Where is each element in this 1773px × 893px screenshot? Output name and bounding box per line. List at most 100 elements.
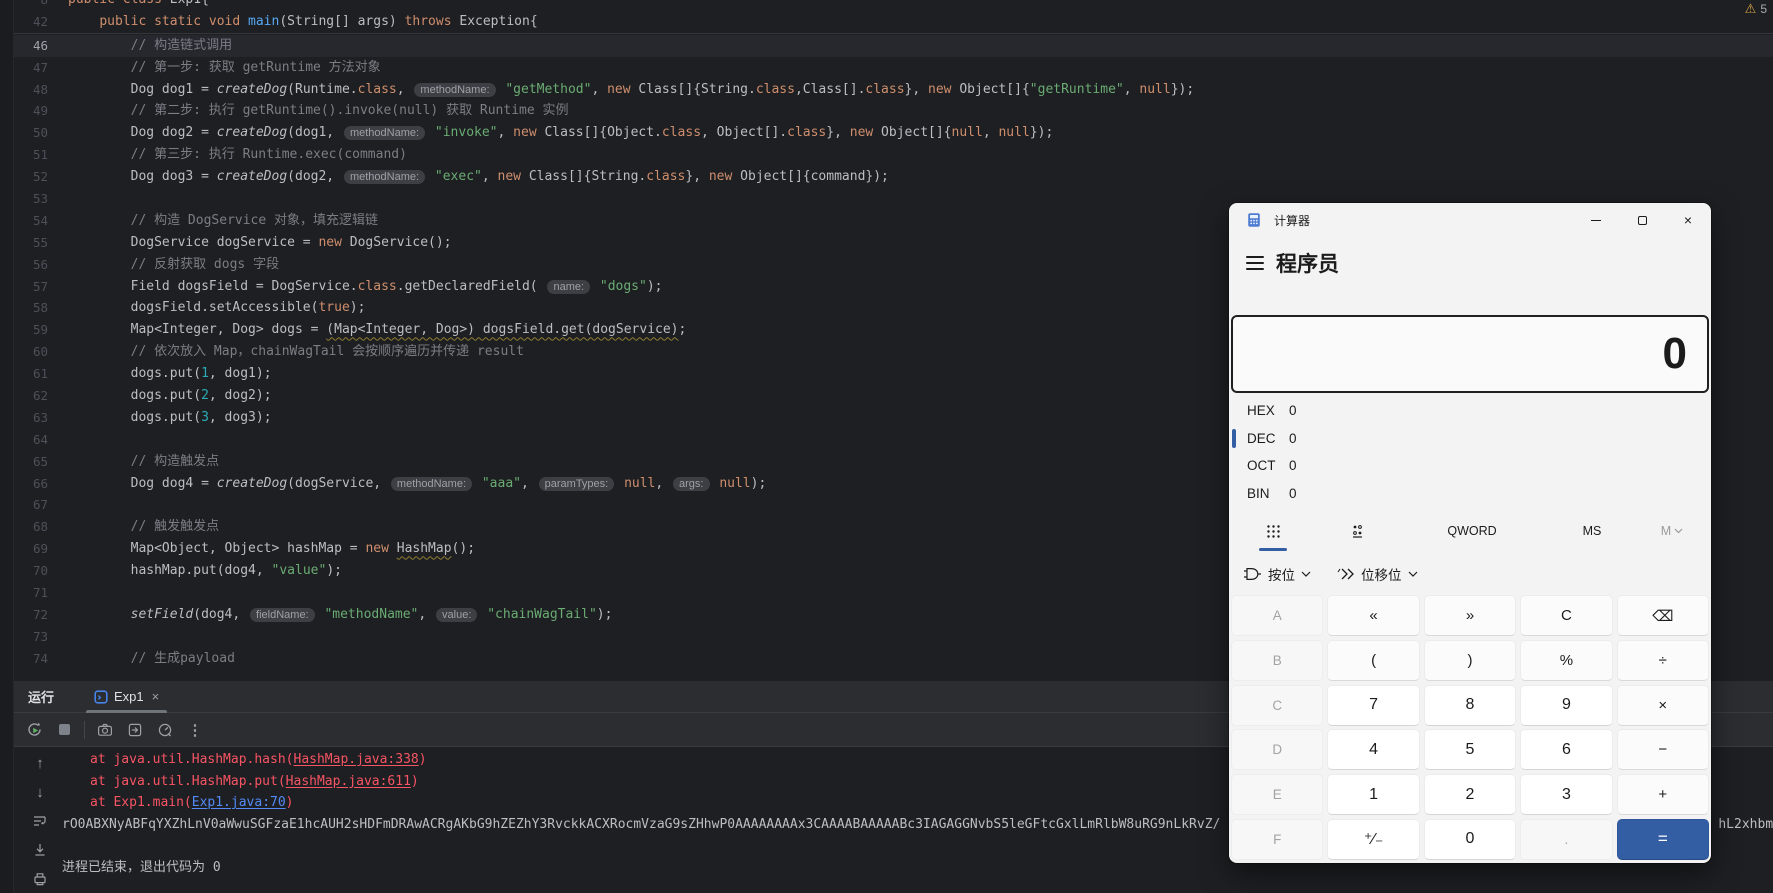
calc-key-7[interactable]: 7 xyxy=(1327,685,1419,726)
calc-key-2[interactable]: 2 xyxy=(1424,774,1516,815)
line-number[interactable]: 69 xyxy=(14,538,48,560)
calc-key-divide[interactable]: ÷ xyxy=(1617,640,1709,681)
calc-key-percent[interactable]: % xyxy=(1520,640,1612,681)
rerun-button[interactable] xyxy=(24,720,44,740)
line-number[interactable]: 50 xyxy=(14,122,48,144)
close-tab-icon[interactable]: × xyxy=(152,689,160,704)
calculator-titlebar[interactable]: 计算器 × xyxy=(1229,203,1711,237)
more-options-icon[interactable]: ⋮ xyxy=(185,720,205,740)
line-number[interactable]: 8 xyxy=(14,0,48,11)
line-number[interactable]: 62 xyxy=(14,385,48,407)
logic-gate-icon xyxy=(1243,567,1262,581)
calc-key-5[interactable]: 5 xyxy=(1424,729,1516,770)
calc-key-plus-minus[interactable]: ⁺⁄₋ xyxy=(1327,819,1419,860)
line-number[interactable]: 49 xyxy=(14,100,48,122)
code-line[interactable]: 52 Dog dog3 = createDog(dog2, methodName… xyxy=(14,166,1773,188)
code-line[interactable]: 50 Dog dog2 = createDog(dog1, methodName… xyxy=(14,122,1773,144)
calc-key-6[interactable]: 6 xyxy=(1520,729,1612,770)
calc-key-close-paren[interactable]: ) xyxy=(1424,640,1516,681)
line-number[interactable]: 52 xyxy=(14,166,48,188)
line-number[interactable]: 54 xyxy=(14,210,48,232)
line-number[interactable]: 67 xyxy=(14,494,48,516)
code-line[interactable]: 49 // 第二步: 执行 getRuntime().invoke(null) … xyxy=(14,100,1773,122)
calc-key-minus[interactable]: − xyxy=(1617,729,1709,770)
camera-icon[interactable] xyxy=(95,720,115,740)
stack-trace-link[interactable]: Exp1.java:70 xyxy=(192,795,286,810)
line-number[interactable]: 73 xyxy=(14,626,48,648)
calculator-window[interactable]: 计算器 × 程序员 0 HEX0DEC0OCT0BIN0 QWORD M xyxy=(1229,203,1711,863)
line-number[interactable]: 58 xyxy=(14,297,48,319)
code-line[interactable]: 42 public static void main(String[] args… xyxy=(14,11,1773,33)
print-icon[interactable] xyxy=(30,869,50,889)
calc-key-backspace[interactable]: ⌫ xyxy=(1617,595,1709,636)
down-stack-trace-icon[interactable]: ↓ xyxy=(30,782,50,802)
full-keypad-toggle[interactable] xyxy=(1229,511,1317,551)
calc-key-open-paren[interactable]: ( xyxy=(1327,640,1419,681)
up-stack-trace-icon[interactable]: ↑ xyxy=(30,753,50,773)
run-tab-exp1[interactable]: Exp1 × xyxy=(84,681,169,713)
sticky-lines: 8public class Exp1{42 public static void… xyxy=(14,0,1773,34)
radix-row-dec[interactable]: DEC0 xyxy=(1229,425,1711,453)
stop-button[interactable] xyxy=(54,720,74,740)
profiler-icon[interactable] xyxy=(155,720,175,740)
calc-key-0[interactable]: 0 xyxy=(1424,819,1516,860)
line-number[interactable]: 51 xyxy=(14,144,48,166)
code-line[interactable]: 8public class Exp1{ xyxy=(14,0,1773,11)
line-number[interactable]: 63 xyxy=(14,407,48,429)
line-number[interactable]: 47 xyxy=(14,57,48,79)
calc-key-lsh[interactable]: « xyxy=(1327,595,1419,636)
line-number[interactable]: 65 xyxy=(14,451,48,473)
line-number[interactable]: 71 xyxy=(14,582,48,604)
bitshift-dropdown[interactable]: 位移位 xyxy=(1337,564,1418,584)
line-number[interactable]: 59 xyxy=(14,319,48,341)
memory-store-button[interactable]: MS xyxy=(1547,511,1637,551)
calc-key-multiply[interactable]: × xyxy=(1617,685,1709,726)
line-number[interactable]: 66 xyxy=(14,473,48,495)
line-number[interactable]: 72 xyxy=(14,604,48,626)
thread-dump-icon[interactable] xyxy=(125,720,145,740)
line-number[interactable]: 53 xyxy=(14,188,48,210)
line-number[interactable]: 46 xyxy=(14,35,48,57)
calc-key-9[interactable]: 9 xyxy=(1520,685,1612,726)
line-number[interactable]: 70 xyxy=(14,560,48,582)
minimize-button[interactable] xyxy=(1573,203,1619,237)
scroll-to-end-icon[interactable] xyxy=(30,840,50,860)
bit-toggle-keypad[interactable] xyxy=(1317,511,1397,551)
close-button[interactable]: × xyxy=(1665,203,1711,237)
code-line[interactable]: 47 // 第一步: 获取 getRuntime 方法对象 xyxy=(14,57,1773,79)
calc-key-rsh[interactable]: » xyxy=(1424,595,1516,636)
stack-trace-link[interactable]: HashMap.java:338 xyxy=(294,752,419,767)
line-number[interactable]: 68 xyxy=(14,516,48,538)
radix-row-hex[interactable]: HEX0 xyxy=(1229,397,1711,425)
code-line[interactable]: 46 // 构造链式调用 xyxy=(14,35,1773,57)
code-line[interactable]: 51 // 第三步: 执行 Runtime.exec(command) xyxy=(14,144,1773,166)
soft-wrap-icon[interactable] xyxy=(30,811,50,831)
line-number[interactable]: 61 xyxy=(14,363,48,385)
line-number[interactable]: 60 xyxy=(14,341,48,363)
calc-key-1[interactable]: 1 xyxy=(1327,774,1419,815)
radix-row-bin[interactable]: BIN0 xyxy=(1229,480,1711,508)
calc-key-8[interactable]: 8 xyxy=(1424,685,1516,726)
calc-key-plus[interactable]: + xyxy=(1617,774,1709,815)
maximize-button[interactable] xyxy=(1619,203,1665,237)
code-token: Object[]{command}); xyxy=(732,169,889,184)
menu-hamburger-icon[interactable] xyxy=(1246,256,1264,270)
line-number[interactable]: 42 xyxy=(14,11,48,33)
line-number[interactable]: 56 xyxy=(14,254,48,276)
code-token xyxy=(474,476,482,491)
radix-row-oct[interactable]: OCT0 xyxy=(1229,452,1711,480)
calc-key-equals[interactable]: = xyxy=(1617,819,1709,860)
word-size-button[interactable]: QWORD xyxy=(1397,511,1547,551)
calc-key-3[interactable]: 3 xyxy=(1520,774,1612,815)
code-line[interactable]: 48 Dog dog1 = createDog(Runtime.class, m… xyxy=(14,79,1773,101)
calc-key-4[interactable]: 4 xyxy=(1327,729,1419,770)
calc-key-clear[interactable]: C xyxy=(1520,595,1612,636)
line-number[interactable]: 64 xyxy=(14,429,48,451)
bitwise-dropdown[interactable]: 按位 xyxy=(1243,564,1311,584)
line-number[interactable]: 57 xyxy=(14,276,48,298)
line-number[interactable]: 55 xyxy=(14,232,48,254)
line-number[interactable]: 48 xyxy=(14,79,48,101)
stack-trace-link[interactable]: HashMap.java:611 xyxy=(286,774,411,789)
inspections-widget[interactable]: ⚠ 5 xyxy=(1745,1,1767,17)
line-number[interactable]: 74 xyxy=(14,648,48,670)
